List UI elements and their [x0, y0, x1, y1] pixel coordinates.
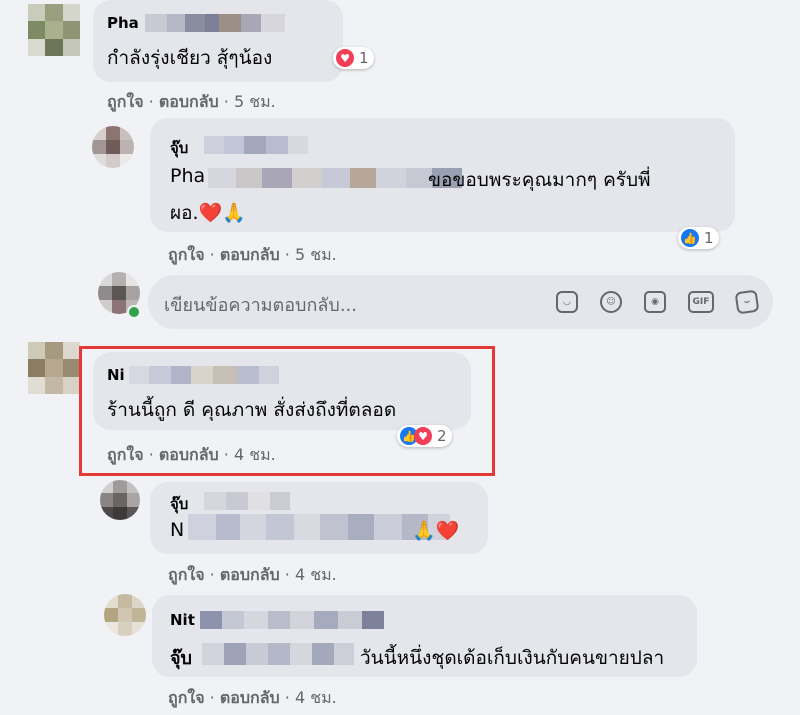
- blurred-name: [204, 136, 308, 154]
- blurred-mention: [208, 168, 462, 188]
- timestamp[interactable]: 5 ชม.: [295, 245, 337, 264]
- reply-link[interactable]: ตอบกลับ: [159, 92, 219, 111]
- comment-text: ขอขอบพระคุณมากๆ ครับพี่: [428, 169, 651, 191]
- comment-text: กำลังรุ่งเชียว สุ้ๆน้อง: [107, 47, 273, 69]
- online-status-dot: [127, 305, 141, 319]
- highlight-box: [79, 346, 495, 476]
- reply-input-box[interactable]: เขียนข้อความตอบกลับ... ◡ ☺ ◉ GIF ⌣: [148, 275, 773, 329]
- comment-author[interactable]: Pha: [107, 14, 139, 32]
- avatar[interactable]: [104, 594, 146, 636]
- blurred-mention: [188, 514, 450, 540]
- like-link[interactable]: ถูกใจ: [107, 92, 144, 111]
- comment-author[interactable]: จุ๊บ: [170, 492, 188, 516]
- reply-link[interactable]: ตอบกลับ: [220, 688, 280, 707]
- comment-bubble: Pha กำลังรุ่งเชียว สุ้ๆน้อง: [93, 0, 343, 82]
- comment-actions: ถูกใจ · ตอบกลับ · 5 ชม.: [107, 92, 276, 111]
- timestamp[interactable]: 4 ชม.: [295, 565, 337, 584]
- comment-bubble: จุ๊บ Pha ขอขอบพระคุณมากๆ ครับพี่ ผอ.❤️🙏: [150, 118, 735, 232]
- sticker-icon[interactable]: ◡: [556, 291, 578, 313]
- reaction-count: 1: [704, 229, 714, 247]
- reply-input[interactable]: เขียนข้อความตอบกลับ...: [164, 290, 357, 319]
- like-icon: 👍: [681, 229, 699, 247]
- avatar[interactable]: [28, 342, 80, 394]
- like-link[interactable]: ถูกใจ: [168, 688, 205, 707]
- sticker-alt-icon[interactable]: ⌣: [734, 289, 760, 315]
- comment-author[interactable]: Nit: [170, 611, 195, 629]
- like-link[interactable]: ถูกใจ: [168, 565, 205, 584]
- emoji-icon[interactable]: ☺: [600, 291, 622, 313]
- like-link[interactable]: ถูกใจ: [168, 245, 205, 264]
- blurred-name: [204, 492, 290, 510]
- blurred-name: [145, 14, 285, 32]
- gif-icon[interactable]: GIF: [688, 291, 714, 313]
- reaction-summary[interactable]: ♥ 1: [333, 47, 374, 69]
- comment-bubble: จุ๊บ N 🙏❤️: [150, 482, 488, 554]
- timestamp[interactable]: 4 ชม.: [295, 688, 337, 707]
- comment-author[interactable]: จุ๊บ: [170, 136, 188, 160]
- comment-actions: ถูกใจ · ตอบกลับ · 4 ชม.: [168, 565, 337, 584]
- avatar[interactable]: [28, 4, 80, 56]
- blurred-mention: [202, 643, 354, 665]
- comment-bubble: Nit จุ๊บ วันนี้หนึ่งชุดเด้อเก็บเงินกับคน…: [152, 595, 697, 677]
- avatar[interactable]: [92, 126, 134, 168]
- comment-text: Pha: [170, 165, 206, 187]
- comment-actions: ถูกใจ · ตอบกลับ · 4 ชม.: [168, 688, 337, 707]
- comment-text: 🙏❤️: [412, 520, 460, 542]
- reaction-summary[interactable]: 👍 1: [678, 227, 719, 249]
- comment-text: วันนี้หนึ่งชุดเด้อเก็บเงินกับคนขายปลา: [360, 647, 665, 669]
- comment-actions: ถูกใจ · ตอบกลับ · 5 ชม.: [168, 245, 337, 264]
- avatar[interactable]: [100, 480, 140, 520]
- comment-text: ผอ.❤️🙏: [170, 202, 246, 224]
- reply-link[interactable]: ตอบกลับ: [220, 565, 280, 584]
- comment-text: N: [170, 519, 185, 541]
- comment-text: จุ๊บ: [170, 648, 192, 669]
- reaction-count: 1: [359, 49, 369, 67]
- heart-icon: ♥: [336, 49, 354, 67]
- blurred-name: [200, 611, 384, 629]
- camera-icon[interactable]: ◉: [644, 291, 666, 313]
- reply-link[interactable]: ตอบกลับ: [220, 245, 280, 264]
- timestamp[interactable]: 5 ชม.: [234, 92, 276, 111]
